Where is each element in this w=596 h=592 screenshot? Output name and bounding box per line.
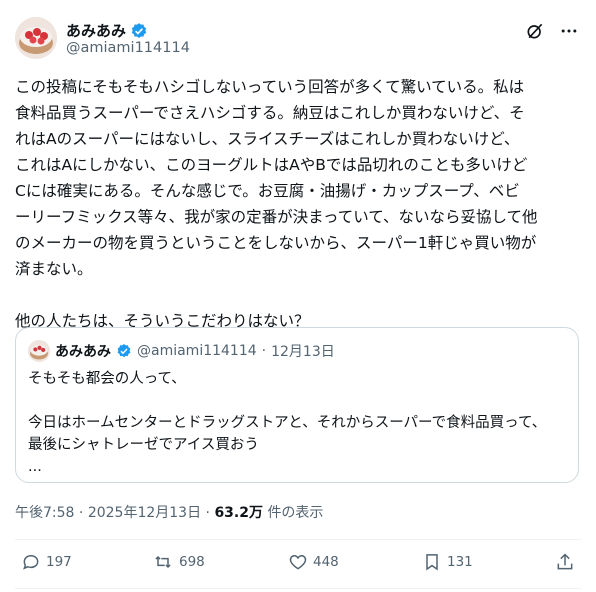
bookmark-count: 131 — [447, 554, 473, 570]
retweet-icon — [152, 552, 174, 572]
reply-count: 197 — [46, 554, 72, 570]
author-display-name[interactable]: あみあみ — [66, 20, 126, 41]
quote-date: 12月13日 — [271, 344, 335, 360]
more-options-icon[interactable] — [559, 21, 579, 41]
view-count: 63.2万 — [214, 505, 263, 521]
quote-author-name: あみあみ — [55, 344, 111, 360]
share-icon — [555, 552, 575, 572]
reply-icon — [21, 552, 41, 572]
divider-bottom — [15, 588, 581, 589]
like-button[interactable]: 448 — [288, 552, 339, 572]
bookmark-icon — [422, 552, 442, 572]
quote-author-handle: @amiami114114 — [137, 343, 257, 359]
tweet-date[interactable]: 2025年12月13日 — [88, 505, 201, 521]
author-handle[interactable]: @amiami114114 — [66, 40, 190, 56]
heart-icon — [288, 552, 308, 572]
tweet-header: あみあみ @amiami114114 — [15, 17, 581, 61]
author-avatar[interactable] — [15, 17, 57, 59]
quoted-tweet[interactable]: あみあみ @amiami114114 · 12月13日 そもそも都会の人って、 … — [15, 327, 579, 483]
retweet-count: 698 — [179, 554, 205, 570]
meta-dot-2: · — [205, 505, 210, 521]
view-count-label: 件の表示 — [267, 505, 324, 521]
tweet-timestamp: 午後7:58 · 2025年12月13日 · 63.2万 件の表示 — [15, 502, 323, 522]
tweet-text: この投稿にそもそもハシゴしないっていう回答が多くて驚いている。私は 食料品買うス… — [15, 78, 538, 330]
meta-dot: · — [78, 505, 84, 521]
quote-author-avatar — [28, 340, 50, 362]
grok-icon[interactable] — [525, 21, 545, 41]
share-button[interactable] — [555, 552, 575, 572]
action-bar: 197 698 448 131 — [15, 540, 581, 588]
verified-badge-icon — [130, 22, 148, 40]
tweet-card: あみあみ @amiami114114 この投稿にそもそもハシゴしないっていう回答… — [0, 0, 596, 592]
reply-button[interactable]: 197 — [21, 552, 72, 572]
quote-text: そもそも都会の人って、 今日はホームセンターとドラッグストアと、それからスーパー… — [28, 371, 547, 475]
bookmark-button[interactable]: 131 — [422, 552, 473, 572]
retweet-button[interactable]: 698 — [152, 552, 205, 572]
tweet-time[interactable]: 午後7:58 — [15, 505, 74, 521]
quote-verified-badge-icon — [116, 343, 132, 359]
quote-separator: · — [261, 343, 267, 359]
like-count: 448 — [313, 554, 339, 570]
